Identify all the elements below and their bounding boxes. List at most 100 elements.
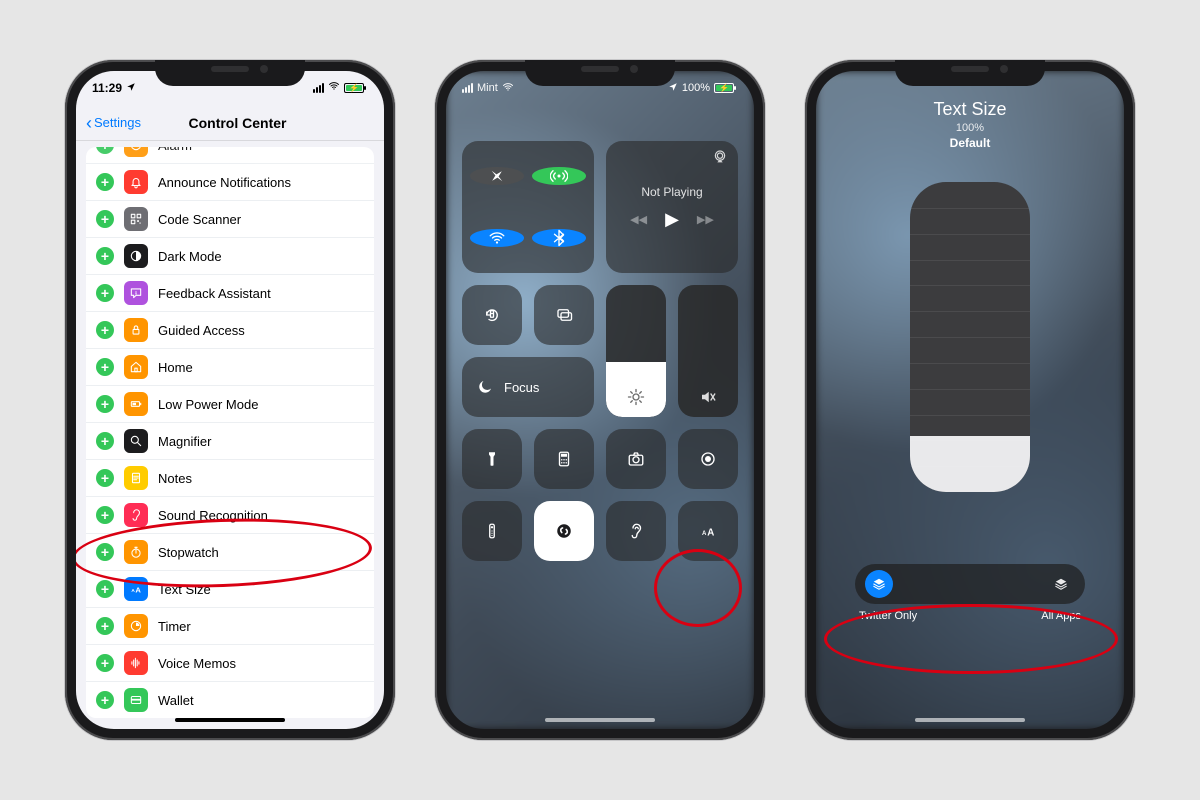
add-button[interactable]: + [96,469,114,487]
notch [525,60,675,86]
screen-record-button[interactable] [678,429,738,489]
add-button[interactable]: + [96,358,114,376]
cellular-icon [462,83,473,93]
notes-icon [124,466,148,490]
text-size-button[interactable]: AA [678,501,738,561]
settings-row-label: Alarm [158,147,192,153]
add-button[interactable]: + [96,506,114,524]
settings-row-qr[interactable]: +Code Scanner [86,201,374,238]
add-button[interactable]: + [96,247,114,265]
bell-icon [124,170,148,194]
clock-icon [124,147,148,157]
add-button[interactable]: + [96,543,114,561]
settings-row-waveform[interactable]: +Voice Memos [86,645,374,682]
stopwatch-icon [124,540,148,564]
add-button[interactable]: + [96,321,114,339]
add-button[interactable]: + [96,580,114,598]
home-indicator[interactable] [175,718,285,722]
add-button[interactable]: + [96,617,114,635]
notch [155,60,305,86]
add-button[interactable]: + [96,147,114,154]
svg-text:A: A [135,586,141,595]
hearing-button[interactable] [606,501,666,561]
forward-button[interactable]: ▶▶ [697,213,714,226]
scope-toggle-left[interactable] [865,570,893,598]
settings-row-label: Guided Access [158,323,245,338]
home-indicator[interactable] [915,718,1025,722]
scope-toggle-right[interactable] [1047,570,1075,598]
svg-text:A: A [707,528,714,539]
settings-row-bell[interactable]: + Announce Notifications [86,164,374,201]
add-button[interactable]: + [96,210,114,228]
battery-charging-icon: ⚡ [344,83,364,93]
settings-row-feedback[interactable]: + Feedback Assistant [86,275,374,312]
status-time: 11:29 [92,81,122,95]
music-tile[interactable]: Not Playing ◀◀ ▶ ▶▶ [606,141,738,273]
settings-row-label: Wallet [158,693,194,708]
settings-row-label: Announce Notifications [158,175,291,190]
scope-toggle[interactable] [855,564,1085,604]
wifi-icon [328,80,340,95]
settings-row-label: Timer [158,619,191,634]
rewind-button[interactable]: ◀◀ [630,213,647,226]
shazam-button[interactable] [534,501,594,561]
page-title: Control Center [121,115,354,131]
darkmode-icon [124,244,148,268]
screen-mirroring-button[interactable] [534,285,594,345]
sun-icon [627,388,645,409]
settings-row-label: Sound Recognition [158,508,268,523]
phone-settings: 11:29 ⚡ ‹ Settings Control Center +Alarm… [65,60,395,740]
add-button[interactable]: + [96,432,114,450]
connectivity-tile[interactable] [462,141,594,273]
wifi-button[interactable] [470,229,524,247]
scope-label-left: Twitter Only [859,610,917,622]
chevron-left-icon: ‹ [86,114,92,132]
brightness-slider[interactable] [606,285,666,417]
settings-row-label: Text Size [158,582,211,597]
add-button[interactable]: + [96,395,114,413]
speaker-mute-icon [699,388,717,409]
settings-row-ear[interactable]: + Sound Recognition [86,497,374,534]
settings-row-darkmode[interactable]: +Dark Mode [86,238,374,275]
apple-tv-remote-button[interactable] [462,501,522,561]
home-indicator[interactable] [545,718,655,722]
battery-charging-icon: ⚡ [714,83,734,93]
add-button[interactable]: + [96,691,114,709]
airplay-icon[interactable] [712,149,728,170]
settings-row-label: Feedback Assistant [158,286,271,301]
location-arrow-icon [668,81,678,95]
settings-row-clock[interactable]: + Alarm [86,147,374,164]
text-size-slider[interactable] [910,182,1030,492]
bluetooth-button[interactable] [532,229,586,247]
calculator-button[interactable] [534,429,594,489]
flashlight-button[interactable] [462,429,522,489]
settings-row-home[interactable]: +Home [86,349,374,386]
ear-icon [124,503,148,527]
cellular-data-button[interactable] [532,167,586,185]
settings-row-textsize[interactable]: + AA Text Size [86,571,374,608]
music-status-label: Not Playing [641,185,702,199]
waveform-icon [124,651,148,675]
orientation-lock-button[interactable] [462,285,522,345]
settings-row-timer[interactable]: + Timer [86,608,374,645]
add-button[interactable]: + [96,284,114,302]
focus-button[interactable]: Focus [462,357,594,417]
airplane-mode-button[interactable] [470,167,524,185]
settings-row-lock[interactable]: + Guided Access [86,312,374,349]
location-arrow-icon [126,81,136,95]
home-icon [124,355,148,379]
volume-slider[interactable] [678,285,738,417]
add-button[interactable]: + [96,654,114,672]
settings-row-battery[interactable]: +Low Power Mode [86,386,374,423]
settings-row-wallet[interactable]: + Wallet [86,682,374,718]
battery-icon [124,392,148,416]
settings-row-notes[interactable]: +Notes [86,460,374,497]
add-button[interactable]: + [96,173,114,191]
settings-list[interactable]: + Alarm + Announce Notifications +Code Scann… [86,147,374,718]
svg-text:A: A [131,588,135,593]
play-button[interactable]: ▶ [665,209,679,230]
settings-row-stopwatch[interactable]: +Stopwatch [86,534,374,571]
camera-button[interactable] [606,429,666,489]
settings-row-magnifier[interactable]: +Magnifier [86,423,374,460]
scope-label-right: All Apps [1041,610,1081,622]
